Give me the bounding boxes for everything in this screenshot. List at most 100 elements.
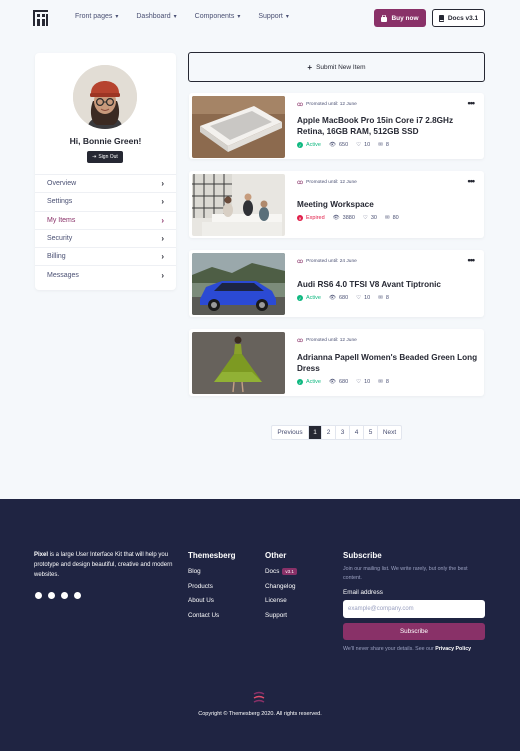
status-badge: ✓ Active	[297, 379, 321, 385]
footer-link-contact-us[interactable]: Contact Us	[188, 612, 236, 619]
footer-link-label: Docs	[265, 568, 280, 575]
facebook-icon[interactable]	[48, 592, 55, 599]
item-stats: ✓ Active 👁 650 ♡ 10 ✉ 8	[297, 142, 389, 148]
privacy-policy-link[interactable]: Privacy Policy	[435, 646, 471, 652]
nav-item-support[interactable]: Support ▾	[258, 13, 289, 20]
messages-value: 8	[385, 142, 389, 148]
nav-menu: Front pages ▾ Dashboard ▾ Components ▾ Supp…	[75, 13, 289, 20]
ribbon-icon: ꝏ	[297, 338, 304, 344]
sidebar-item-messages[interactable]: Messages ›	[35, 265, 176, 283]
promoted-until: ꝏ Promoted until: 12 June	[297, 179, 357, 186]
item-image-macbook[interactable]	[192, 96, 285, 158]
sign-out-icon: ⇥	[92, 154, 97, 160]
item-card[interactable]: ꝏ Promoted until: 24 June ••• Audi RS6 4.…	[189, 250, 484, 317]
privacy-note: We'll never share your details. See our …	[343, 646, 486, 652]
likes-value: 10	[364, 142, 371, 148]
footer-link-products[interactable]: Products	[188, 583, 236, 590]
status-badge: ✓ Active	[297, 142, 321, 148]
sidebar-item-billing[interactable]: Billing ›	[35, 247, 176, 265]
sidebar-item-overview[interactable]: Overview ›	[35, 174, 176, 192]
item-card[interactable]: ꝏ Promoted until: 12 June Adrianna Papell…	[189, 329, 484, 396]
likes-value: 10	[364, 295, 371, 301]
item-stats: ✓ Active 👁 680 ♡ 10 ✉ 8	[297, 379, 389, 385]
ribbon-icon: ꝏ	[297, 102, 304, 108]
chevron-right-icon: ›	[161, 252, 164, 262]
more-options-icon[interactable]: •••	[468, 98, 476, 108]
footer-link-blog[interactable]: Blog	[188, 568, 236, 575]
pagination-page-2[interactable]: 2	[322, 426, 336, 439]
footer-col-title: Themesberg	[188, 551, 236, 560]
pagination-page-3[interactable]: 3	[336, 426, 350, 439]
submit-new-item-button[interactable]: + Submit New Item	[188, 52, 485, 82]
views-count: 👁 650	[329, 142, 348, 148]
docs-button[interactable]: Docs v3.1	[432, 9, 485, 27]
chevron-right-icon: ›	[161, 179, 164, 189]
item-title[interactable]: Audi RS6 4.0 TFSI V8 Avant Tiptronic	[297, 279, 479, 290]
footer-col-other: Other Docs v3.1 Changelog License Support	[265, 551, 297, 626]
likes-value: 10	[364, 379, 371, 385]
subscribe-button[interactable]: Subscribe	[343, 623, 485, 640]
check-circle-icon: ✓	[297, 379, 303, 385]
profile-sidebar: Hi, Bonnie Green! ⇥ Sign Out Overview › S…	[35, 53, 176, 290]
footer-link-support[interactable]: Support	[265, 612, 297, 619]
nav-item-front-pages[interactable]: Front pages ▾	[75, 13, 118, 20]
check-circle-icon: ✓	[297, 295, 303, 301]
subscribe-title: Subscribe	[343, 551, 382, 560]
subscribe-section: Subscribe Join our mailing list. We writ…	[343, 551, 486, 652]
footer-col-themesberg: Themesberg Blog Products About Us Contac…	[188, 551, 236, 626]
footer-link-license[interactable]: License	[265, 597, 297, 604]
heart-icon: ♡	[356, 295, 362, 301]
footer-link-changelog[interactable]: Changelog	[265, 583, 297, 590]
nav-item-components[interactable]: Components ▾	[195, 13, 241, 20]
copyright: Copyright © Themesberg 2020. All rights …	[198, 711, 322, 717]
likes-value: 30	[370, 215, 377, 221]
status-text: Active	[306, 379, 321, 385]
avatar	[73, 65, 137, 129]
promoted-until: ꝏ Promoted until: 12 June	[297, 337, 357, 344]
nav-item-dashboard[interactable]: Dashboard ▾	[136, 13, 176, 20]
sidebar-item-my-items[interactable]: My Items ›	[35, 210, 176, 229]
messages-value: 8	[385, 379, 389, 385]
chevron-down-icon: ▾	[173, 14, 177, 20]
github-icon[interactable]	[61, 592, 68, 599]
buy-now-button[interactable]: Buy now	[374, 9, 426, 27]
twitter-icon[interactable]	[35, 592, 42, 599]
pagination-previous[interactable]: Previous	[272, 426, 309, 439]
item-title[interactable]: Meeting Workspace	[297, 199, 479, 210]
sidebar-item-settings[interactable]: Settings ›	[35, 192, 176, 210]
email-field[interactable]: example@company.com	[343, 600, 485, 618]
book-icon	[438, 14, 444, 22]
dribbble-icon[interactable]	[74, 592, 81, 599]
pagination-page-1[interactable]: 1	[309, 426, 322, 439]
pagination-page-4[interactable]: 4	[350, 426, 364, 439]
item-card[interactable]: ꝏ Promoted until: 12 June ••• Meeting Wor…	[189, 171, 484, 238]
item-image-meeting[interactable]	[192, 174, 285, 236]
more-options-icon[interactable]: •••	[468, 176, 476, 186]
greeting: Hi, Bonnie Green!	[69, 136, 142, 146]
messages-count: ✉ 8	[378, 142, 389, 148]
sign-out-button[interactable]: ⇥ Sign Out	[87, 151, 123, 163]
item-image-audi[interactable]	[192, 253, 285, 315]
pagination: Previous 1 2 3 4 5 Next	[271, 425, 402, 440]
item-image-dress[interactable]	[192, 332, 285, 394]
sidebar-item-security[interactable]: Security ›	[35, 228, 176, 247]
brand-logo[interactable]	[33, 10, 48, 26]
more-options-icon[interactable]: •••	[468, 255, 476, 265]
footer-link-about-us[interactable]: About Us	[188, 597, 236, 604]
ribbon-icon: ꝏ	[297, 259, 304, 265]
item-card[interactable]: ꝏ Promoted until: 12 June ••• Apple MacBo…	[189, 93, 484, 159]
item-title[interactable]: Apple MacBook Pro 15in Core i7 2.8GHz Re…	[297, 115, 479, 137]
footer-link-docs[interactable]: Docs v3.1	[265, 568, 297, 575]
messages-value: 80	[392, 215, 399, 221]
social-links	[35, 592, 81, 599]
status-text: Active	[306, 295, 321, 301]
envelope-icon: ✉	[378, 379, 383, 385]
views-count: 👁 3880	[333, 215, 355, 221]
email-label: Email address	[343, 589, 383, 596]
item-title[interactable]: Adrianna Papell Women's Beaded Green Lon…	[297, 352, 479, 374]
pagination-page-5[interactable]: 5	[364, 426, 378, 439]
status-text: Expired	[306, 215, 325, 221]
pagination-next[interactable]: Next	[378, 426, 401, 439]
nav-item-label: Dashboard	[136, 13, 171, 20]
shopping-bag-icon	[381, 14, 388, 22]
